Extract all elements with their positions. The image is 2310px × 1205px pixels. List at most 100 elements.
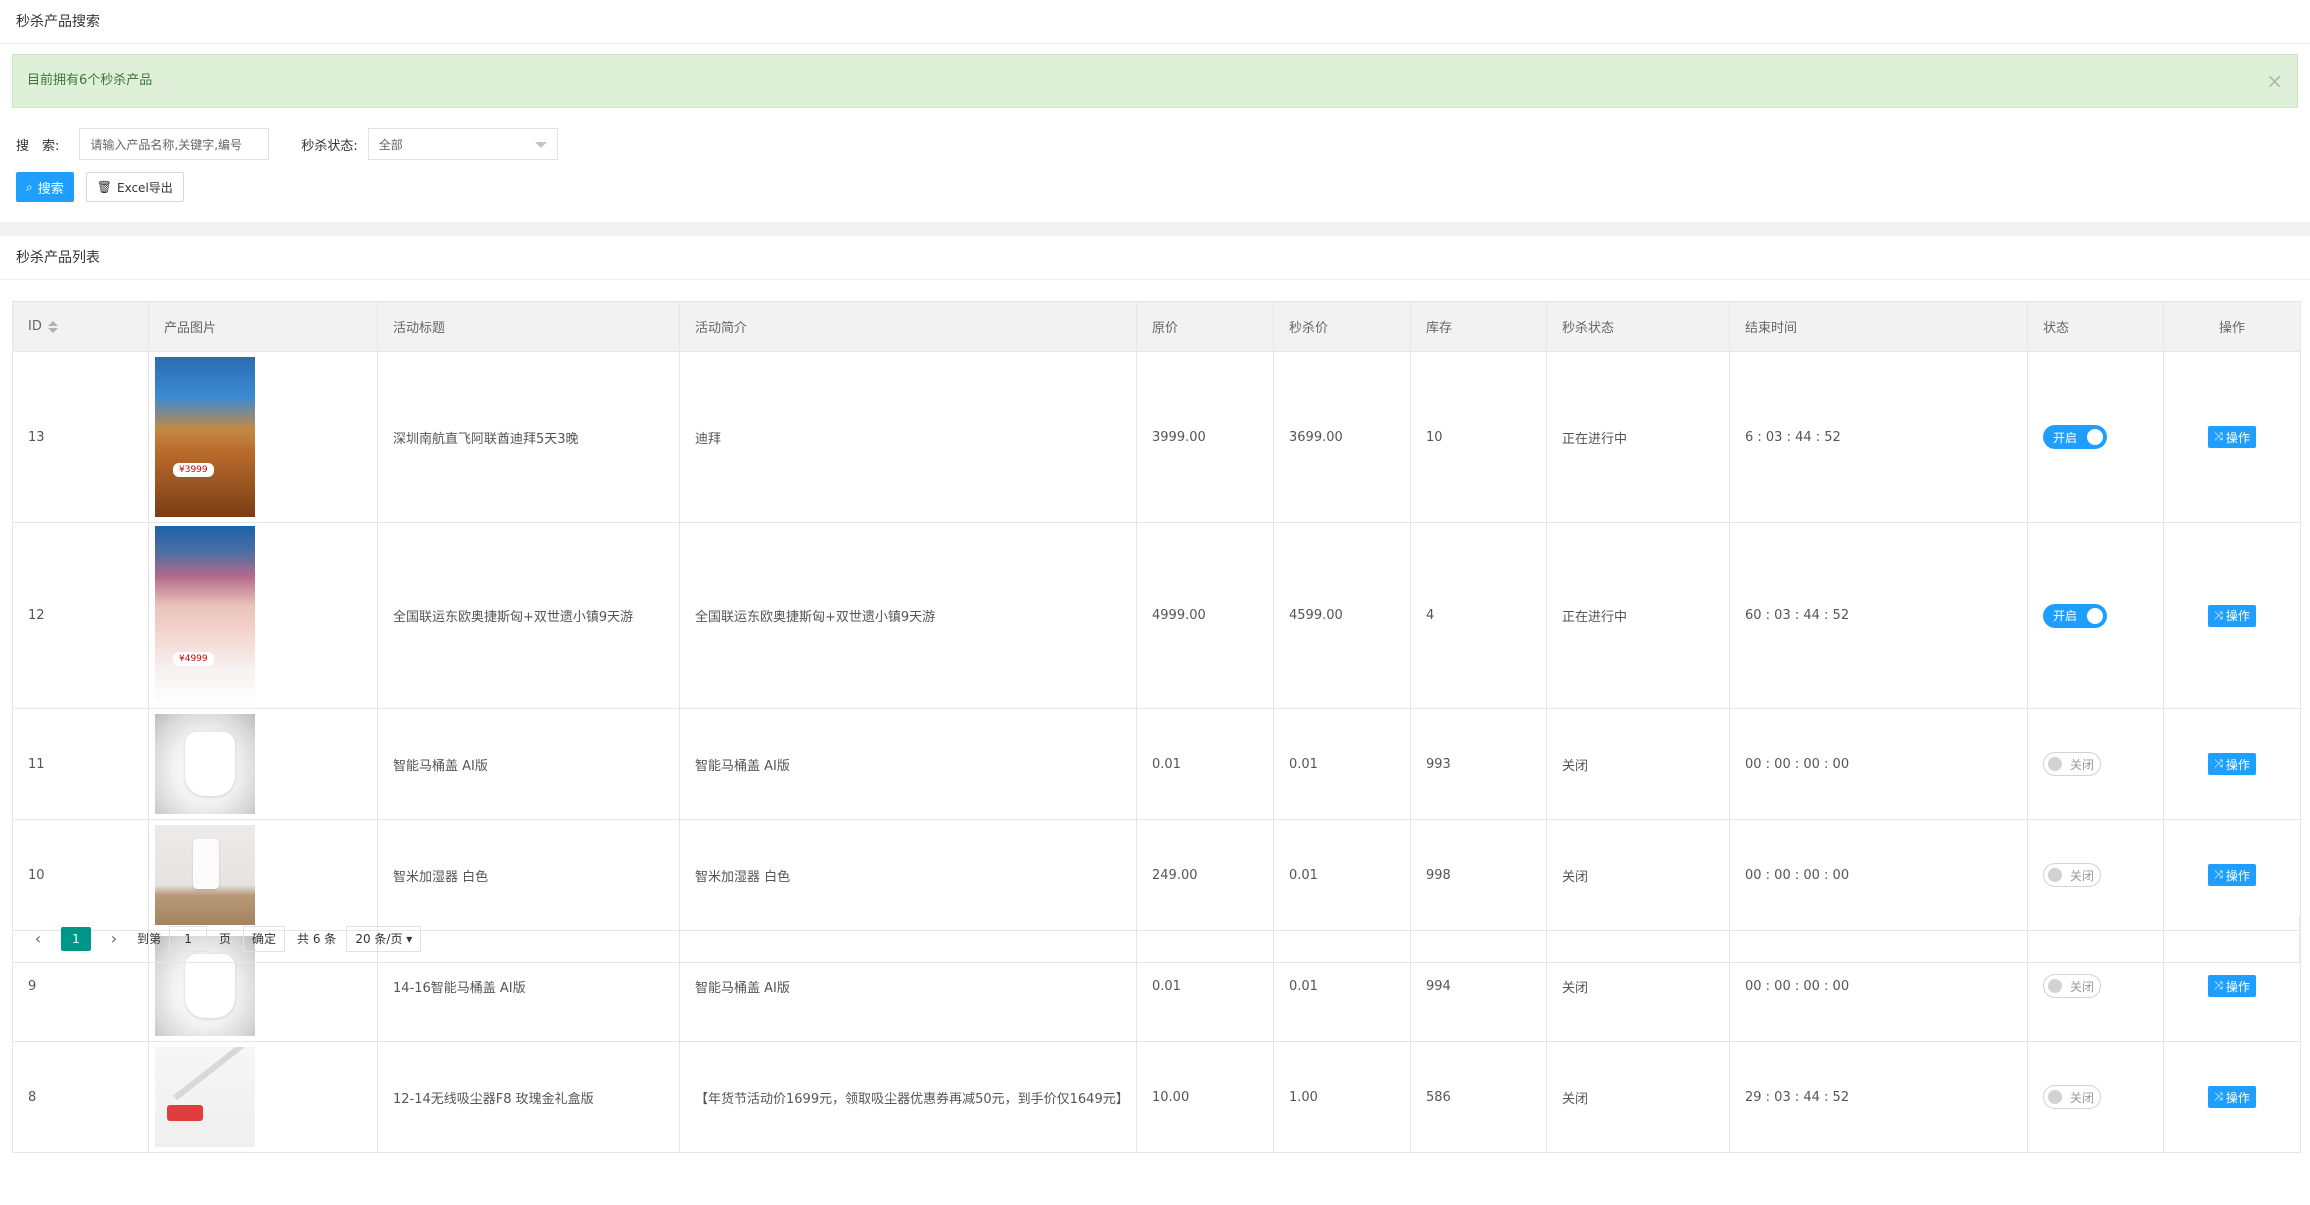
col-intro: 活动简介	[679, 301, 1137, 352]
cell-seckill-price: 4599.00	[1273, 522, 1411, 709]
cell-end-time: 00 : 00 : 00 : 00	[1729, 708, 2028, 820]
table-row: 12 ¥4999 全国联运东欧奥捷斯匈+双世遗小镇9天游 全国联运东欧奥捷斯匈+…	[12, 522, 2301, 709]
cell-seckill-status: 正在进行中	[1546, 522, 1730, 709]
cell-title: 智米加湿器 白色	[377, 819, 680, 931]
cell-seckill-status: 关闭	[1546, 708, 1730, 820]
shuffle-icon: ⤨	[2214, 608, 2223, 622]
col-seckill-status: 秒杀状态	[1546, 301, 1730, 352]
col-operate: 操作	[2163, 301, 2301, 352]
cell-intro: 智能马桶盖 AI版	[679, 708, 1137, 820]
operate-button[interactable]: ⤨ 操作	[2208, 1086, 2256, 1108]
cell-seckill-price: 1.00	[1273, 1041, 1411, 1153]
sort-icon[interactable]	[47, 320, 58, 333]
operate-button[interactable]: ⤨ 操作	[2208, 864, 2256, 886]
operate-button[interactable]: ⤨ 操作	[2208, 604, 2256, 627]
cell-end-time: 6 : 03 : 44 : 52	[1729, 351, 2028, 523]
cell-id: 10	[12, 819, 149, 931]
cell-price: 3999.00	[1136, 351, 1274, 523]
status-toggle[interactable]: 关闭	[2043, 1085, 2101, 1109]
action-buttons: ⌕ 搜索 🗑 Excel导出	[16, 172, 184, 202]
cell-operate: ⤨ 操作	[2163, 708, 2301, 820]
col-stock: 库存	[1410, 301, 1547, 352]
operate-button[interactable]: ⤨ 操作	[2208, 975, 2256, 997]
alert-banner: 目前拥有6个秒杀产品 ×	[12, 54, 2298, 108]
product-image[interactable]: ¥3999	[155, 357, 255, 517]
alert-text: 目前拥有6个秒杀产品	[27, 73, 153, 88]
status-select[interactable]: 全部	[367, 128, 558, 160]
cell-operate: ⤨ 操作	[2163, 1041, 2301, 1153]
cell-seckill-price: 0.01	[1273, 708, 1411, 820]
cell-stock: 10	[1410, 351, 1547, 523]
cell-end-time: 00 : 00 : 00 : 00	[1729, 819, 2028, 931]
cell-operate: ⤨ 操作	[2163, 351, 2301, 523]
operate-button[interactable]: ⤨ 操作	[2208, 753, 2256, 775]
chevron-right-icon[interactable]: ›	[103, 929, 125, 948]
cell-status: 开启	[2027, 351, 2164, 523]
status-toggle[interactable]: 关闭	[2043, 974, 2101, 998]
search-button[interactable]: ⌕ 搜索	[16, 172, 74, 202]
cell-stock: 993	[1410, 708, 1547, 820]
cell-end-time: 29 : 03 : 44 : 52	[1729, 1041, 2028, 1153]
cell-image: ¥4999	[148, 522, 378, 709]
status-toggle[interactable]: 开启	[2043, 603, 2107, 628]
chevron-down-icon	[534, 142, 547, 148]
product-image[interactable]	[155, 825, 255, 925]
product-image[interactable]	[155, 714, 255, 814]
export-button[interactable]: 🗑 Excel导出	[85, 172, 184, 202]
cell-image	[148, 1041, 378, 1153]
list-panel-title: 秒杀产品列表	[0, 236, 2310, 280]
table-row: 13 ¥3999 深圳南航直飞阿联酋迪拜5天3晚 迪拜 3999.00 3699…	[12, 351, 2301, 523]
pagination: ‹ 1 › 到第 1 页 确定 共 6 条 20 条/页 ▾	[12, 915, 2300, 963]
cell-image	[148, 819, 378, 931]
search-form: 搜 索: 请输入产品名称,关键字,编号 秒杀状态: 全部	[16, 128, 558, 160]
close-icon[interactable]: ×	[2266, 55, 2283, 107]
search-label: 搜 索:	[16, 138, 60, 154]
cell-price: 249.00	[1136, 819, 1274, 931]
chevron-left-icon[interactable]: ‹	[27, 929, 49, 948]
cell-title: 智能马桶盖 AI版	[377, 708, 680, 820]
cell-end-time: 60 : 03 : 44 : 52	[1729, 522, 2028, 709]
cell-intro: 全国联运东欧奥捷斯匈+双世遗小镇9天游	[679, 522, 1137, 709]
cell-id: 12	[12, 522, 149, 709]
cell-stock: 998	[1410, 819, 1547, 931]
trash-icon: 🗑	[96, 180, 112, 194]
cell-stock: 4	[1410, 522, 1547, 709]
total-count: 共 6 条	[297, 932, 337, 946]
page-size-select[interactable]: 20 条/页 ▾	[346, 925, 422, 952]
col-price: 原价	[1136, 301, 1274, 352]
cell-stock: 586	[1410, 1041, 1547, 1153]
cell-price: 10.00	[1136, 1041, 1274, 1153]
col-end-time: 结束时间	[1729, 301, 2028, 352]
cell-status: 关闭	[2027, 1041, 2164, 1153]
cell-status: 开启	[2027, 522, 2164, 709]
cell-image	[148, 708, 378, 820]
product-image[interactable]	[155, 1047, 255, 1147]
shuffle-icon: ⤨	[2214, 430, 2223, 443]
goto-page-input[interactable]: 1	[169, 925, 208, 952]
product-table: ID 产品图片 活动标题 活动简介 原价 秒杀价 库存 秒杀状态 结束时间 状态…	[12, 301, 2301, 1153]
page-current[interactable]: 1	[61, 926, 91, 951]
cell-id: 8	[12, 1041, 149, 1153]
export-button-label: Excel导出	[116, 180, 173, 195]
search-panel-title: 秒杀产品搜索	[0, 0, 2310, 44]
status-select-value: 全部	[378, 137, 403, 152]
search-icon: ⌕	[26, 179, 33, 194]
cell-operate: ⤨ 操作	[2163, 522, 2301, 709]
goto-confirm-button[interactable]: 确定	[243, 925, 286, 952]
cell-price: 4999.00	[1136, 522, 1274, 709]
table-row: 11 智能马桶盖 AI版 智能马桶盖 AI版 0.01 0.01 993 关闭 …	[12, 708, 2301, 820]
cell-price: 0.01	[1136, 708, 1274, 820]
operate-button[interactable]: ⤨ 操作	[2208, 426, 2256, 448]
table-row: 8 12-14无线吸尘器F8 玫瑰金礼盒版 【年货节活动价1699元，领取吸尘器…	[12, 1041, 2301, 1153]
status-toggle[interactable]: 开启	[2043, 425, 2107, 449]
status-toggle[interactable]: 关闭	[2043, 752, 2101, 776]
product-image[interactable]: ¥4999	[155, 525, 255, 706]
shuffle-icon: ⤨	[2214, 868, 2223, 881]
col-status: 状态	[2027, 301, 2164, 352]
col-seckill-price: 秒杀价	[1273, 301, 1411, 352]
cell-seckill-status: 正在进行中	[1546, 351, 1730, 523]
search-input[interactable]: 请输入产品名称,关键字,编号	[79, 128, 270, 160]
col-id[interactable]: ID	[12, 301, 149, 352]
poster-price-badge: ¥4999	[173, 651, 214, 666]
status-toggle[interactable]: 关闭	[2043, 863, 2101, 887]
